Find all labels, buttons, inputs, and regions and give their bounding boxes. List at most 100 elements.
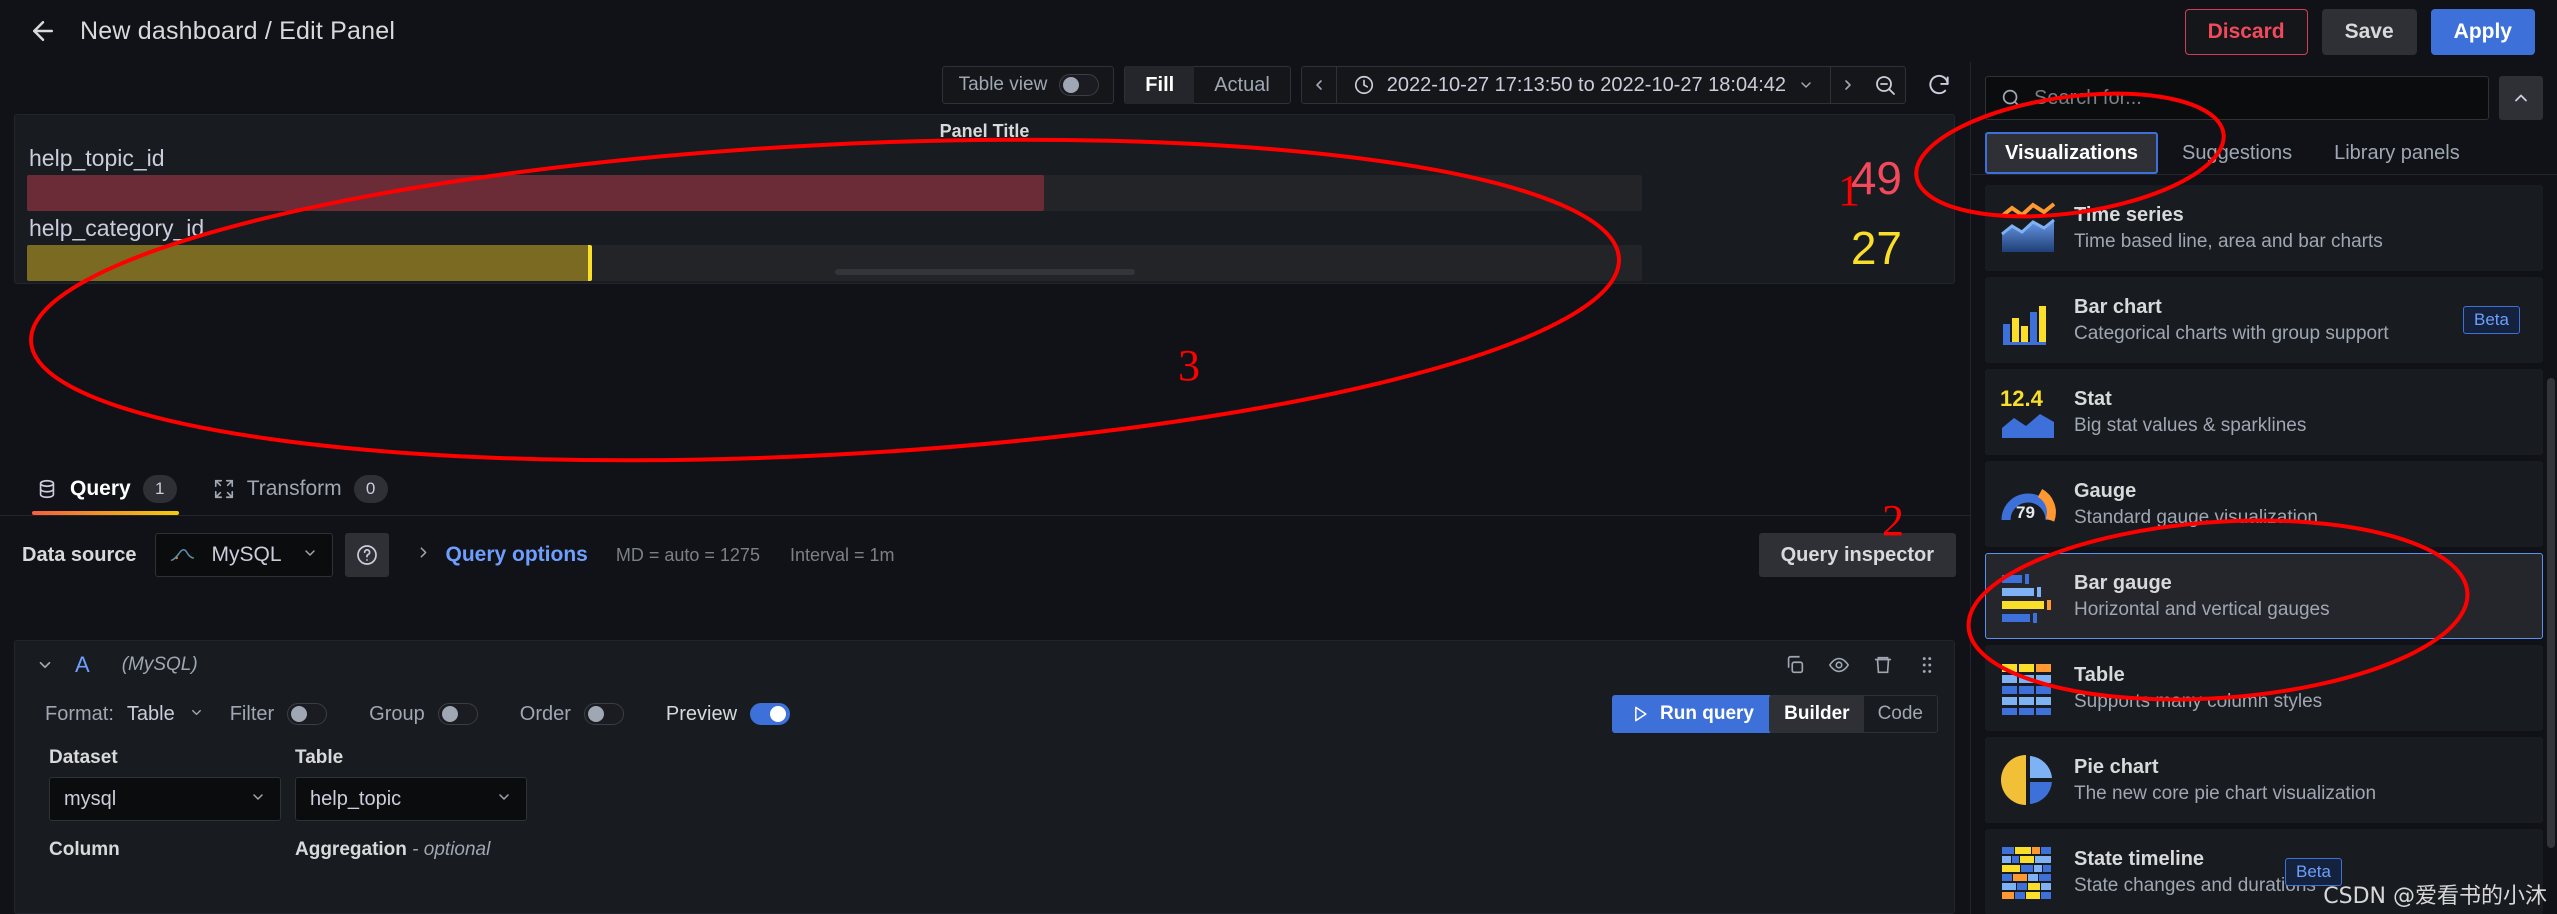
dataset-field: Dataset mysql — [49, 747, 281, 821]
order-toggle[interactable] — [583, 703, 624, 725]
viz-text: Stat Big stat values & sparklines — [2074, 388, 2306, 437]
table-view-toggle[interactable] — [1059, 74, 1100, 96]
format-value: Table — [126, 702, 175, 725]
viz-desc: The new core pie chart visualization — [2074, 782, 2377, 804]
tab-suggestions[interactable]: Suggestions — [2164, 132, 2310, 174]
group-group: Group — [369, 703, 478, 726]
tab-query[interactable]: Query 1 — [22, 475, 195, 515]
time-range-button[interactable]: 2022-10-27 17:13:50 to 2022-10-27 18:04:… — [1335, 66, 1831, 104]
filter-toggle[interactable] — [287, 703, 328, 725]
datasource-label: Data source — [22, 543, 137, 566]
time-prev-button[interactable] — [1302, 66, 1336, 104]
group-toggle[interactable] — [437, 703, 478, 725]
sidebar-tabs: Visualizations Suggestions Library panel… — [1971, 120, 2557, 175]
viz-item-bar-chart[interactable]: Bar chart Categorical charts with group … — [1985, 277, 2543, 363]
actual-option[interactable]: Actual — [1194, 66, 1290, 104]
sidebar-scrollbar[interactable] — [2547, 378, 2555, 848]
sidebar-collapse-button[interactable] — [2499, 76, 2543, 120]
viz-item-time-series[interactable]: Time series Time based line, area and ba… — [1985, 185, 2543, 271]
viz-item-stat[interactable]: 12.4 Stat Big stat values & sparklines — [1985, 369, 2543, 455]
filter-label: Filter — [229, 702, 275, 725]
tab-transform-label: Transform — [246, 477, 342, 500]
zoom-out-button[interactable] — [1865, 66, 1905, 104]
table-select[interactable]: help_topic — [295, 777, 527, 821]
viz-item-pie-chart[interactable]: Pie chart The new core pie chart visuali… — [1985, 737, 2543, 823]
time-picker: 2022-10-27 17:13:50 to 2022-10-27 18:04:… — [1302, 66, 1865, 104]
search-input[interactable]: Search for... — [1985, 76, 2489, 120]
viz-name: Stat — [2074, 387, 2112, 410]
apply-button[interactable]: Apply — [2430, 9, 2535, 55]
code-option[interactable]: Code — [1864, 696, 1937, 732]
time-range-group: 2022-10-27 17:13:50 to 2022-10-27 18:04:… — [1300, 66, 1906, 104]
viz-desc: Standard gauge visualization — [2074, 506, 2319, 528]
tab-visualizations[interactable]: Visualizations — [1985, 132, 2159, 174]
order-label: Order — [519, 702, 571, 725]
query-datasource-note: (MySQL) — [121, 654, 198, 675]
viz-text: Bar chart Categorical charts with group … — [2074, 296, 2389, 345]
viz-text: Gauge Standard gauge visualization — [2074, 480, 2318, 529]
back-button[interactable] — [26, 14, 60, 48]
bar-gauge-value: 27 — [1850, 222, 1902, 274]
run-query-label: Run query — [1660, 703, 1754, 724]
active-tab-underline — [32, 511, 179, 515]
viz-text: Bar gauge Horizontal and vertical gauges — [2074, 572, 2330, 621]
viz-text: Pie chart The new core pie chart visuali… — [2074, 756, 2376, 805]
interval-text: Interval = 1m — [789, 544, 895, 565]
disable-query-icon[interactable] — [1828, 654, 1850, 676]
viz-item-table[interactable]: Table Supports many column styles — [1985, 645, 2543, 731]
query-inspector-button[interactable]: Query inspector — [1758, 533, 1956, 577]
save-button[interactable]: Save — [2321, 9, 2417, 55]
query-row-actions — [1784, 641, 1938, 689]
stat-icon-text: 12.4 — [2000, 386, 2044, 411]
viz-text: Time series Time based line, area and ba… — [2074, 204, 2383, 253]
refresh-button[interactable] — [1916, 66, 1962, 104]
panel-toolbar: Table view Fill Actual 2022-10-27 17:13:… — [0, 62, 1970, 108]
preview-toggle[interactable] — [750, 703, 791, 725]
table-view-label: Table view — [958, 74, 1048, 95]
group-label: Group — [369, 702, 425, 725]
fill-actual-segments: Fill Actual — [1125, 66, 1289, 104]
fill-option[interactable]: Fill — [1125, 66, 1195, 104]
panel-preview[interactable]: Panel Title help_topic_id 49 help_catego… — [14, 114, 1955, 284]
tab-transform[interactable]: Transform 0 — [199, 475, 406, 515]
discard-button[interactable]: Discard — [2184, 9, 2308, 55]
gauge-icon: 79 — [2000, 476, 2056, 532]
query-collapse-button[interactable] — [29, 649, 61, 681]
toggle-knob — [291, 706, 308, 722]
datasource-help-button[interactable] — [344, 533, 389, 577]
chevron-down-icon — [39, 661, 51, 669]
chevron-down-icon — [496, 789, 512, 809]
time-next-button[interactable] — [1831, 66, 1865, 104]
remove-query-icon[interactable] — [1872, 654, 1894, 676]
viz-item-gauge[interactable]: 79 Gauge Standard gauge visualization — [1985, 461, 2543, 547]
query-options-toggle[interactable]: Query options — [415, 543, 588, 567]
tab-library-panels[interactable]: Library panels — [2316, 132, 2478, 174]
table-field: Table help_topic — [295, 747, 527, 821]
query-ref-id[interactable]: A — [75, 652, 90, 678]
panel-horizontal-scrollbar[interactable] — [834, 269, 1135, 275]
format-select[interactable]: Table — [127, 703, 204, 726]
bar-gauge-area: help_topic_id 49 help_category_id 27 — [27, 145, 1942, 287]
datasource-row: Data source MySQL Query options MD = aut… — [0, 530, 1970, 580]
visualization-list: Time series Time based line, area and ba… — [1971, 175, 2557, 914]
viz-desc: Big stat values & sparklines — [2074, 414, 2307, 436]
aggregation-optional-text: - optional — [412, 839, 491, 860]
datasource-picker[interactable]: MySQL — [154, 533, 333, 577]
search-icon — [2002, 89, 2021, 108]
toggle-knob — [441, 706, 458, 722]
viz-name: Table — [2074, 663, 2125, 686]
duplicate-query-icon[interactable] — [1784, 654, 1806, 676]
toggle-knob — [770, 706, 787, 722]
dataset-select[interactable]: mysql — [49, 777, 281, 821]
bar-gauge-value: 49 — [1850, 152, 1902, 204]
table-label: Table — [295, 747, 344, 768]
dataset-label: Dataset — [49, 747, 118, 768]
drag-handle-icon[interactable] — [1916, 654, 1938, 676]
run-query-button[interactable]: Run query — [1612, 695, 1772, 733]
builder-option[interactable]: Builder — [1770, 696, 1864, 732]
clock-icon — [1354, 75, 1373, 95]
bar-gauge-fill — [27, 245, 593, 281]
table-view-group: Table view — [941, 66, 1115, 104]
viz-item-bar-gauge[interactable]: Bar gauge Horizontal and vertical gauges — [1985, 553, 2543, 639]
arrow-left-icon — [33, 21, 53, 41]
